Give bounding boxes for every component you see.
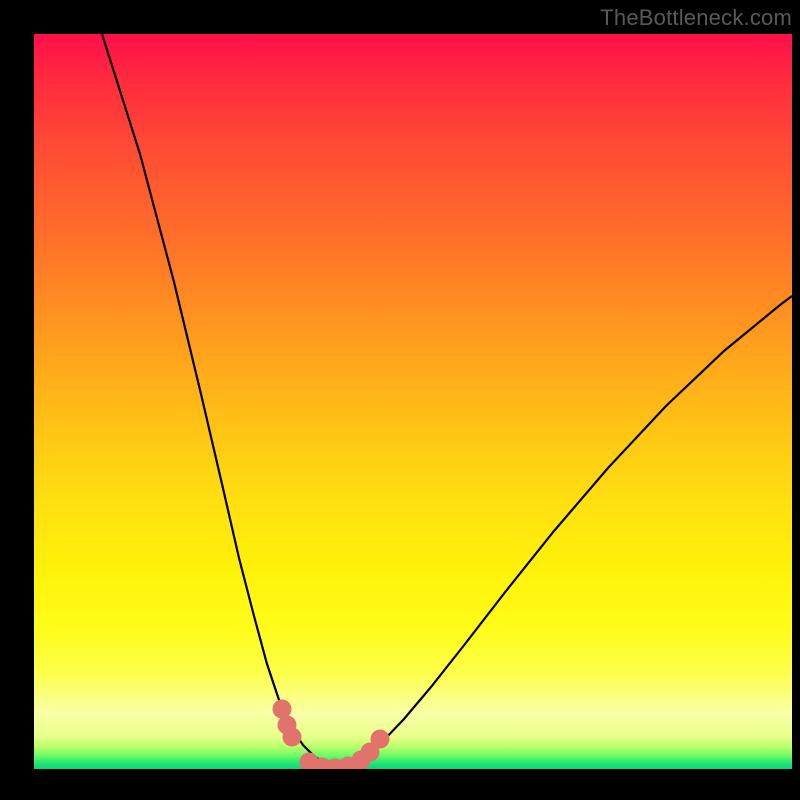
plot-area xyxy=(34,34,792,769)
bottleneck-curve xyxy=(102,34,792,767)
curve-layer xyxy=(34,34,792,769)
chart-frame: TheBottleneck.com xyxy=(0,0,800,800)
trough-marker xyxy=(283,728,302,747)
trough-markers xyxy=(273,700,390,770)
trough-marker xyxy=(371,730,390,749)
watermark-text: TheBottleneck.com xyxy=(600,5,792,31)
